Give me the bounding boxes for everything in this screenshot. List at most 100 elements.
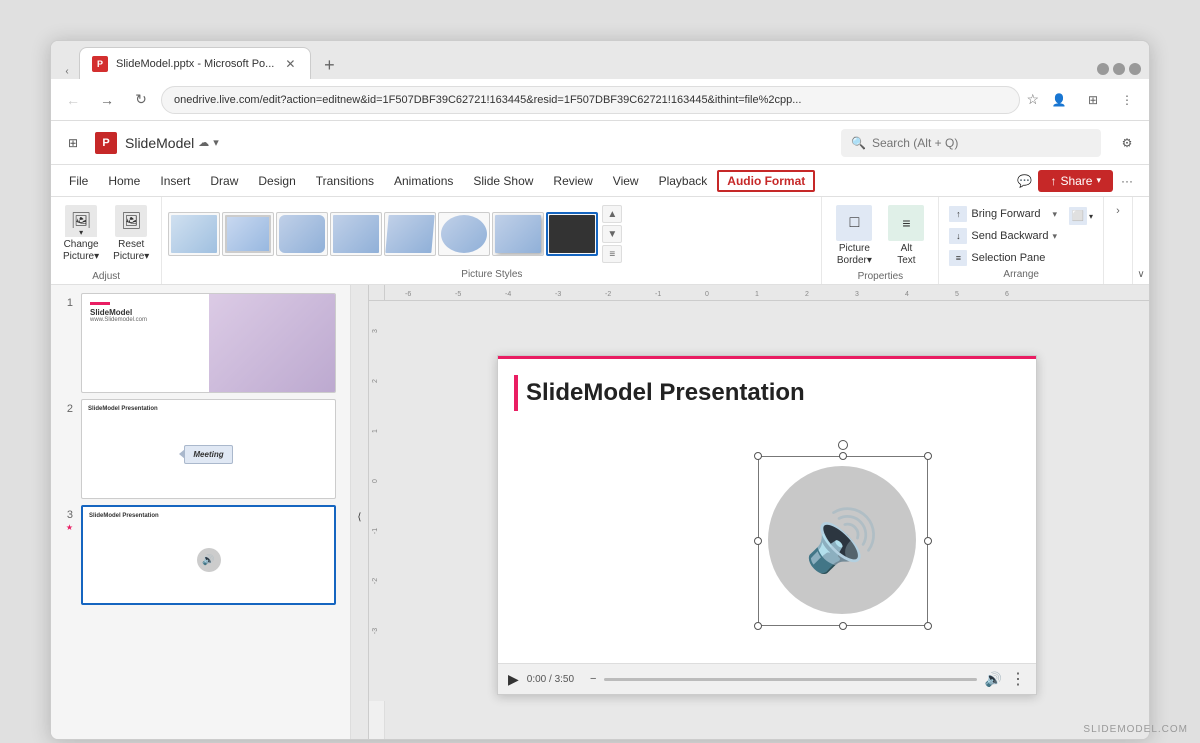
styles-scroll-up[interactable]: ▲ [602, 205, 622, 223]
styles-expand[interactable]: ≡ [602, 245, 622, 263]
menu-slideshow[interactable]: Slide Show [463, 170, 543, 192]
handle-br[interactable] [924, 622, 932, 630]
horizontal-ruler: -6 -5 -4 -3 -2 -1 0 1 2 3 4 5 6 [385, 285, 1149, 301]
picture-border-button[interactable]: □ PictureBorder▾ [830, 201, 878, 271]
menu-draw[interactable]: Draw [200, 170, 248, 192]
svg-text:3: 3 [372, 329, 379, 333]
alt-text-button[interactable]: ≡ AltText [882, 201, 930, 271]
ribbon-collapse-button[interactable]: ∨ [1133, 197, 1149, 284]
change-picture-button[interactable]: 🖼 ▾ ChangePicture▾ [57, 201, 105, 267]
menu-animations[interactable]: Animations [384, 170, 463, 192]
menu-design[interactable]: Design [248, 170, 305, 192]
more-menu-button[interactable]: ··· [1113, 167, 1141, 195]
send-backward-icon: ↓ [949, 228, 967, 244]
menu-bar: File Home Insert Draw Design Transitions… [51, 165, 1149, 197]
styles-scroll-down[interactable]: ▼ [602, 225, 622, 243]
handle-mr[interactable] [924, 537, 932, 545]
tab-close-button[interactable]: ✕ [282, 56, 298, 72]
send-backward-dropdown[interactable]: ▾ [1052, 231, 1057, 242]
menu-audio-format[interactable]: Audio Format [717, 170, 815, 192]
reset-picture-button[interactable]: 🖼 ResetPicture▾ [107, 201, 155, 267]
audio-area: 🔊 ▶ 0:00 / 3:50 − [498, 426, 1036, 694]
extensions-icon[interactable]: ⊞ [1079, 86, 1107, 114]
browser-more-icon[interactable]: ⋮ [1113, 86, 1141, 114]
powerpoint-logo: P [95, 132, 117, 154]
audio-icon-wrapper[interactable]: 🔊 [758, 456, 928, 626]
minimize-button[interactable] [1097, 63, 1109, 75]
progress-bar[interactable] [604, 678, 976, 681]
menu-insert[interactable]: Insert [150, 170, 200, 192]
canvas-area: SlideModel Presentation [385, 301, 1149, 740]
slide-number-2: 2 [57, 399, 73, 415]
picture-style-6[interactable] [438, 212, 490, 256]
search-box[interactable]: 🔍 [841, 129, 1101, 157]
picture-style-2[interactable] [222, 212, 274, 256]
svg-text:0: 0 [705, 291, 709, 298]
audio-more-button[interactable]: ⋮ [1010, 669, 1026, 689]
svg-text:-5: -5 [455, 291, 461, 298]
picture-style-7[interactable] [492, 212, 544, 256]
menu-view[interactable]: View [603, 170, 649, 192]
selection-pane-button[interactable]: ≡ Selection Pane [947, 249, 1059, 267]
handle-tl[interactable] [754, 452, 762, 460]
bring-forward-button[interactable]: ↑ Bring Forward ▾ [947, 205, 1059, 223]
search-icon: 🔍 [851, 136, 866, 150]
refresh-button[interactable]: ↻ [127, 86, 155, 114]
tab-title: SlideModel.pptx - Microsoft Po... [116, 58, 274, 70]
vertical-ruler: 3 2 1 0 -1 -2 -3 [369, 301, 385, 740]
menu-review[interactable]: Review [543, 170, 602, 192]
picture-style-8[interactable] [546, 212, 598, 256]
picture-style-4[interactable] [330, 212, 382, 256]
slide-image-3[interactable]: SlideModel Presentation 🔊 [81, 505, 336, 605]
menu-home[interactable]: Home [98, 170, 150, 192]
align-button[interactable]: ⬜ ▾ [1067, 205, 1095, 227]
bookmark-icon[interactable]: ☆ [1026, 91, 1039, 108]
handle-ml[interactable] [754, 537, 762, 545]
maximize-button[interactable] [1113, 63, 1125, 75]
address-input[interactable] [161, 86, 1020, 114]
svg-text:-1: -1 [372, 528, 379, 534]
handle-bm[interactable] [839, 622, 847, 630]
main-content: 1 SlideModel www.Slidemodel.com 2 Sl [51, 285, 1149, 740]
menu-transitions[interactable]: Transitions [306, 170, 384, 192]
minus-button[interactable]: − [590, 673, 596, 685]
comments-button[interactable]: 💬 [1010, 167, 1038, 195]
handle-bl[interactable] [754, 622, 762, 630]
send-backward-button[interactable]: ↓ Send Backward ▾ [947, 227, 1059, 245]
ribbon-expand-button[interactable]: › [1108, 201, 1128, 221]
watermark: SLIDEMODEL.COM [1083, 724, 1188, 735]
close-button[interactable] [1129, 63, 1141, 75]
play-button[interactable]: ▶ [508, 671, 519, 688]
handle-tr[interactable] [924, 452, 932, 460]
picture-style-1[interactable] [168, 212, 220, 256]
settings-icon[interactable]: ⚙ [1113, 129, 1141, 157]
new-tab-button[interactable]: + [315, 51, 343, 79]
tab-scroll-left[interactable]: ‹ [59, 63, 75, 79]
picture-style-3[interactable] [276, 212, 328, 256]
slide-image-1[interactable]: SlideModel www.Slidemodel.com [81, 293, 336, 393]
apps-grid-icon[interactable]: ⊞ [59, 129, 87, 157]
profile-icon[interactable]: 👤 [1045, 86, 1073, 114]
slide-image-2[interactable]: SlideModel Presentation Meeting [81, 399, 336, 499]
slide-panel: 1 SlideModel www.Slidemodel.com 2 Sl [51, 285, 351, 740]
browser-tab[interactable]: P SlideModel.pptx - Microsoft Po... ✕ [79, 47, 311, 79]
share-button[interactable]: ↑ Share ▾ [1038, 170, 1113, 192]
arrange-title: Arrange [947, 269, 1095, 280]
back-button[interactable]: ← [59, 86, 87, 114]
forward-button[interactable]: → [93, 86, 121, 114]
ribbon: 🖼 ▾ ChangePicture▾ 🖼 ResetPicture▾ Adjus… [51, 197, 1149, 285]
rotate-handle[interactable] [838, 440, 848, 450]
menu-file[interactable]: File [59, 170, 98, 192]
volume-icon[interactable]: 🔊 [985, 671, 1002, 688]
slide-thumbnail-3[interactable]: 3 ★ SlideModel Presentation 🔊 [57, 505, 344, 605]
handle-tm[interactable] [839, 452, 847, 460]
slide-canvas[interactable]: SlideModel Presentation [497, 355, 1037, 695]
menu-playback[interactable]: Playback [649, 170, 718, 192]
search-input[interactable] [872, 136, 1091, 150]
picture-style-5[interactable] [384, 212, 436, 256]
bring-forward-dropdown[interactable]: ▾ [1052, 209, 1057, 220]
panel-toggle-button[interactable]: ⟨ [351, 285, 369, 740]
slide-thumbnail-2[interactable]: 2 SlideModel Presentation Meeting [57, 399, 344, 499]
alt-text-icon: ≡ [888, 205, 924, 241]
slide-thumbnail-1[interactable]: 1 SlideModel www.Slidemodel.com [57, 293, 344, 393]
